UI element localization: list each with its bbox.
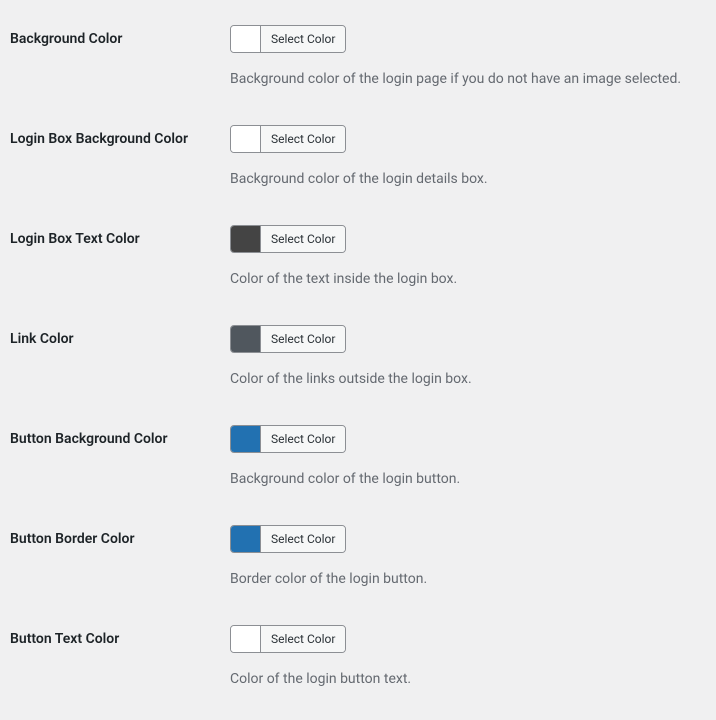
select-color-button-button-border-color[interactable]: Select Color <box>261 526 345 552</box>
setting-description-login-box-background-color: Background color of the login details bo… <box>230 169 696 190</box>
setting-label-button-text-color: Button Text Color <box>10 610 230 710</box>
setting-row-link-color: Link Color Select Color Color of the links… <box>10 310 706 410</box>
color-picker-button-border-color[interactable]: Select Color <box>230 525 346 553</box>
setting-description-button-background-color: Background color of the login button. <box>230 469 696 490</box>
color-picker-login-box-text-color[interactable]: Select Color <box>230 225 346 253</box>
setting-control-button-border-color: Select Color Border color of the login bu… <box>230 510 706 610</box>
setting-row-background-color: Background Color Select Color Background c… <box>10 10 706 110</box>
setting-control-button-background-color: Select Color Background color of the logi… <box>230 410 706 510</box>
color-picker-button-text-color[interactable]: Select Color <box>230 625 346 653</box>
color-picker-button-background-color[interactable]: Select Color <box>230 425 346 453</box>
setting-control-background-color: Select Color Background color of the logi… <box>230 10 706 110</box>
select-color-button-button-background-color[interactable]: Select Color <box>261 426 345 452</box>
color-picker-login-box-background-color[interactable]: Select Color <box>230 125 346 153</box>
color-settings-table: Background Color Select Color Background c… <box>10 10 706 710</box>
setting-row-button-background-color: Button Background Color Select Color Backg… <box>10 410 706 510</box>
select-color-button-link-color[interactable]: Select Color <box>261 326 345 352</box>
color-swatch-login-box-background-color[interactable] <box>231 126 261 152</box>
color-picker-background-color[interactable]: Select Color <box>230 25 346 53</box>
setting-description-button-border-color: Border color of the login button. <box>230 569 696 590</box>
setting-description-login-box-text-color: Color of the text inside the login box. <box>230 269 696 290</box>
color-picker-link-color[interactable]: Select Color <box>230 325 346 353</box>
setting-description-button-text-color: Color of the login button text. <box>230 669 696 690</box>
setting-label-login-box-background-color: Login Box Background Color <box>10 110 230 210</box>
select-color-button-button-text-color[interactable]: Select Color <box>261 626 345 652</box>
setting-row-button-border-color: Button Border Color Select Color Border co… <box>10 510 706 610</box>
setting-description-background-color: Background color of the login page if yo… <box>230 69 696 90</box>
color-swatch-background-color[interactable] <box>231 26 261 52</box>
setting-label-link-color: Link Color <box>10 310 230 410</box>
setting-label-button-background-color: Button Background Color <box>10 410 230 510</box>
setting-row-button-text-color: Button Text Color Select Color Color of th… <box>10 610 706 710</box>
color-swatch-button-border-color[interactable] <box>231 526 261 552</box>
setting-description-link-color: Color of the links outside the login box… <box>230 369 696 390</box>
setting-label-background-color: Background Color <box>10 10 230 110</box>
select-color-button-login-box-background-color[interactable]: Select Color <box>261 126 345 152</box>
setting-control-link-color: Select Color Color of the links outside t… <box>230 310 706 410</box>
setting-control-login-box-text-color: Select Color Color of the text inside the… <box>230 210 706 310</box>
setting-control-button-text-color: Select Color Color of the login button te… <box>230 610 706 710</box>
color-swatch-link-color[interactable] <box>231 326 261 352</box>
setting-label-button-border-color: Button Border Color <box>10 510 230 610</box>
setting-control-login-box-background-color: Select Color Background color of the logi… <box>230 110 706 210</box>
select-color-button-login-box-text-color[interactable]: Select Color <box>261 226 345 252</box>
setting-row-login-box-text-color: Login Box Text Color Select Color Color of… <box>10 210 706 310</box>
color-swatch-login-box-text-color[interactable] <box>231 226 261 252</box>
color-swatch-button-background-color[interactable] <box>231 426 261 452</box>
setting-row-login-box-background-color: Login Box Background Color Select Color Ba… <box>10 110 706 210</box>
color-swatch-button-text-color[interactable] <box>231 626 261 652</box>
setting-label-login-box-text-color: Login Box Text Color <box>10 210 230 310</box>
select-color-button-background-color[interactable]: Select Color <box>261 26 345 52</box>
